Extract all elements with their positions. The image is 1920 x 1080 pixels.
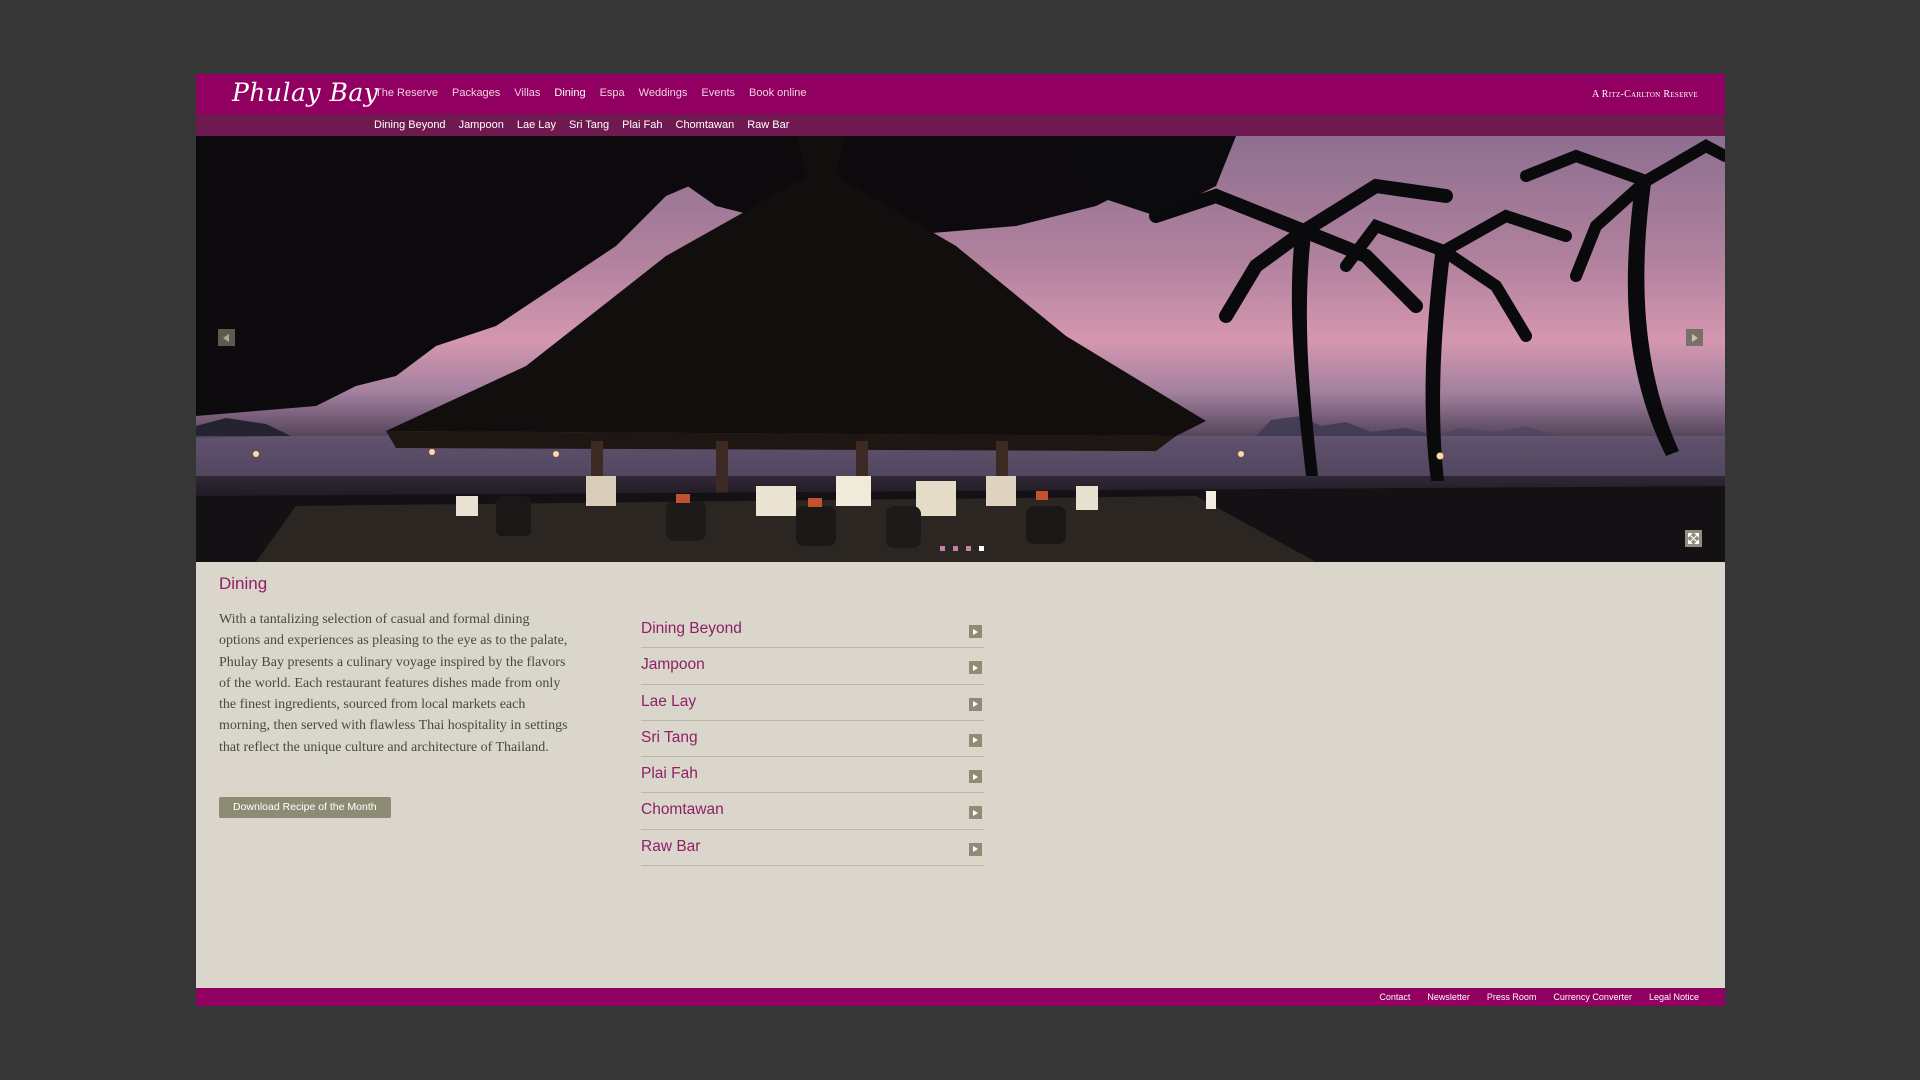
arrow-left-icon xyxy=(223,333,229,342)
nav-item-book-online[interactable]: Book online xyxy=(749,87,807,99)
ritz-carlton-reserve-logo[interactable]: A Ritz-Carlton Reserve xyxy=(1592,89,1698,100)
top-nav-bar: Phulay Bay The Reserve Packages Villas D… xyxy=(196,74,1725,114)
arrow-right-icon xyxy=(969,842,982,856)
slide-dot[interactable] xyxy=(940,546,945,551)
nav-item-weddings[interactable]: Weddings xyxy=(639,87,688,99)
footer-link-currency-converter[interactable]: Currency Converter xyxy=(1553,992,1632,1002)
restaurant-label: Sri Tang xyxy=(641,728,698,746)
restaurant-label: Chomtawan xyxy=(641,801,724,819)
arrow-right-icon xyxy=(969,806,982,820)
sub-nav-chomtawan[interactable]: Chomtawan xyxy=(676,119,735,131)
restaurant-item-plai-fah[interactable]: Plai Fah xyxy=(641,757,984,794)
restaurant-label: Dining Beyond xyxy=(641,620,742,637)
nav-item-dining[interactable]: Dining xyxy=(554,87,585,99)
arrow-right-icon xyxy=(969,625,982,638)
footer-bar: Contact Newsletter Press Room Currency C… xyxy=(196,988,1725,1006)
download-recipe-button[interactable]: Download Recipe of the Month xyxy=(219,797,391,818)
footer-links: Contact Newsletter Press Room Currency C… xyxy=(1362,992,1699,1002)
slide-indicators xyxy=(940,546,992,551)
nav-item-packages[interactable]: Packages xyxy=(452,87,500,99)
nav-item-espa[interactable]: Espa xyxy=(600,87,625,99)
arrow-right-icon xyxy=(969,770,982,784)
main-nav: The Reserve Packages Villas Dining Espa … xyxy=(375,87,821,99)
restaurant-label: Plai Fah xyxy=(641,765,698,783)
sub-nav-sri-tang[interactable]: Sri Tang xyxy=(569,119,609,131)
restaurant-item-jampoon[interactable]: Jampoon xyxy=(641,648,984,685)
restaurant-item-sri-tang[interactable]: Sri Tang xyxy=(641,721,984,758)
footer-link-legal-notice[interactable]: Legal Notice xyxy=(1649,992,1699,1002)
footer-link-contact[interactable]: Contact xyxy=(1379,992,1410,1002)
sub-nav-bar: Dining Beyond Jampoon Lae Lay Sri Tang P… xyxy=(196,114,1725,136)
restaurant-label: Lae Lay xyxy=(641,692,697,710)
restaurant-item-raw-bar[interactable]: Raw Bar xyxy=(641,830,984,867)
logo[interactable]: Phulay Bay xyxy=(232,78,378,107)
restaurant-item-chomtawan[interactable]: Chomtawan xyxy=(641,793,984,830)
nav-item-events[interactable]: Events xyxy=(701,87,735,99)
hero-slideshow xyxy=(196,136,1725,562)
expand-icon xyxy=(1688,533,1699,544)
next-slide-button[interactable] xyxy=(1686,329,1703,346)
footer-link-newsletter[interactable]: Newsletter xyxy=(1427,992,1470,1002)
sub-nav-raw-bar[interactable]: Raw Bar xyxy=(747,119,789,131)
arrow-right-icon xyxy=(969,733,982,747)
arrow-right-icon xyxy=(1692,333,1698,342)
nav-item-villas[interactable]: Villas xyxy=(514,87,540,99)
sub-nav-plai-fah[interactable]: Plai Fah xyxy=(622,119,662,131)
sub-nav-lae-lay[interactable]: Lae Lay xyxy=(517,119,556,131)
page-title: Dining xyxy=(219,574,268,593)
site-container: Phulay Bay The Reserve Packages Villas D… xyxy=(196,74,1725,1006)
arrow-right-icon xyxy=(969,697,982,711)
slide-dot[interactable] xyxy=(979,546,984,551)
hero-image xyxy=(196,136,1725,562)
restaurant-label: Raw Bar xyxy=(641,837,701,855)
restaurant-item-dining-beyond[interactable]: Dining Beyond xyxy=(641,612,984,649)
restaurant-item-lae-lay[interactable]: Lae Lay xyxy=(641,685,984,721)
nav-item-the-reserve[interactable]: The Reserve xyxy=(375,87,438,99)
sub-nav-dining-beyond[interactable]: Dining Beyond xyxy=(374,119,446,131)
prev-slide-button[interactable] xyxy=(218,329,235,346)
sub-nav: Dining Beyond Jampoon Lae Lay Sri Tang P… xyxy=(374,119,802,131)
fullscreen-button[interactable] xyxy=(1685,530,1702,547)
restaurant-list: Dining Beyond Jampoon Lae Lay Sri Tang P… xyxy=(641,612,984,867)
intro-text: With a tantalizing selection of casual a… xyxy=(219,612,568,755)
slide-dot[interactable] xyxy=(953,546,958,551)
footer-link-press-room[interactable]: Press Room xyxy=(1487,992,1537,1002)
arrow-right-icon xyxy=(969,661,982,675)
sub-nav-jampoon[interactable]: Jampoon xyxy=(459,119,504,131)
restaurant-label: Jampoon xyxy=(641,656,705,674)
slide-dot[interactable] xyxy=(966,546,971,551)
